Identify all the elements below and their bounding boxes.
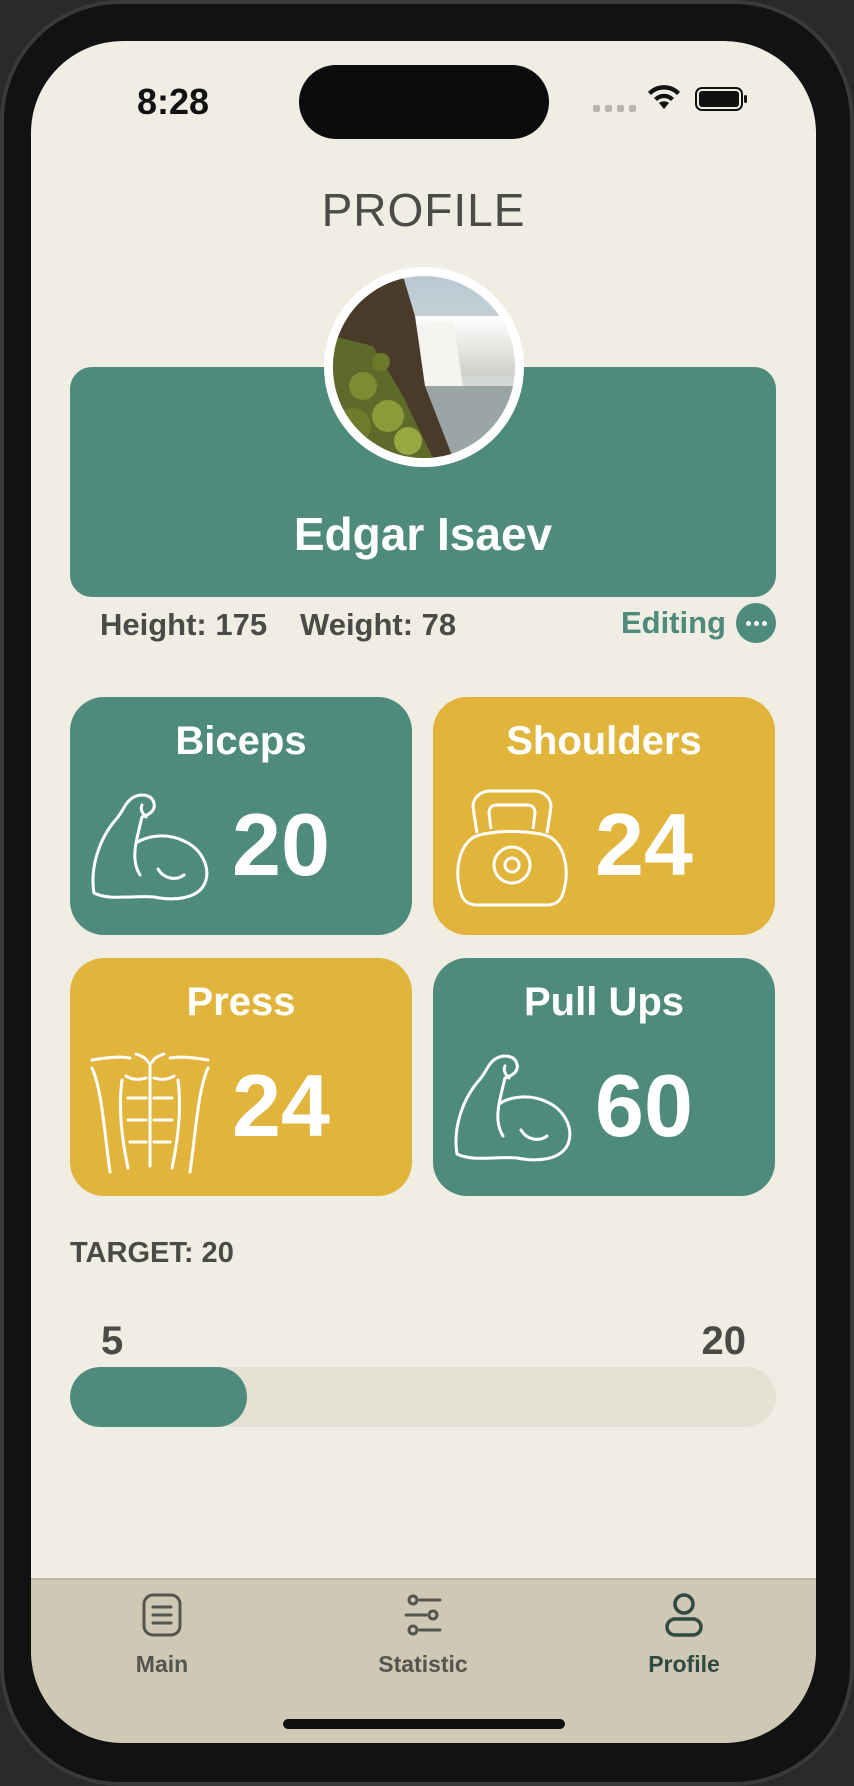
tile-biceps[interactable]: Biceps 20 — [70, 697, 412, 935]
avatar-photo — [333, 276, 515, 458]
progress-fill — [70, 1367, 247, 1427]
profile-name: Edgar Isaev — [293, 508, 553, 560]
tile-shoulders[interactable]: Shoulders 24 — [433, 697, 775, 935]
app-screen: 8:28 PROFILE Edgar Isaev Height: 175 Wei… — [31, 41, 816, 1743]
wifi-icon — [648, 85, 680, 109]
flexed-biceps-icon — [91, 793, 209, 901]
target-label: TARGET: 20 — [70, 1237, 234, 1269]
home-indicator[interactable] — [283, 1719, 565, 1729]
tab-label: Profile — [648, 1651, 720, 1677]
tab-main[interactable]: Main — [82, 1592, 242, 1678]
body-metrics-row: Height: 175 Weight: 78 Editing — [100, 603, 776, 647]
tile-value: 24 — [595, 795, 693, 894]
more-dots-icon — [736, 603, 776, 643]
avatar[interactable] — [324, 267, 524, 467]
sliders-icon — [404, 1594, 442, 1636]
tile-title: Shoulders — [506, 719, 702, 763]
cellular-signal-icon — [593, 105, 636, 112]
dynamic-island — [299, 65, 549, 139]
tab-profile[interactable]: Profile — [604, 1592, 764, 1678]
tab-bar: Main Statistic Profile — [31, 1578, 816, 1743]
person-icon — [665, 1593, 703, 1637]
tile-title: Press — [186, 980, 296, 1024]
tile-title: Biceps — [175, 719, 307, 763]
tile-value: 20 — [232, 795, 330, 894]
tile-title: Pull Ups — [523, 980, 685, 1024]
tile-pull-ups[interactable]: Pull Ups 60 — [433, 958, 775, 1196]
progress-min-value: 5 — [101, 1319, 124, 1363]
abs-torso-icon — [90, 1052, 210, 1174]
flexed-biceps-icon — [454, 1054, 572, 1162]
list-icon — [142, 1593, 182, 1637]
battery-icon — [695, 87, 747, 111]
progress-max-value: 20 — [701, 1319, 747, 1363]
edit-profile-button[interactable]: Editing — [621, 603, 776, 643]
tab-statistic[interactable]: Statistic — [343, 1592, 503, 1678]
page-title: PROFILE — [321, 184, 526, 236]
tab-label: Statistic — [378, 1651, 468, 1677]
edit-label: Editing — [620, 605, 726, 640]
tile-value: 60 — [595, 1056, 693, 1155]
target-progress-bar — [70, 1367, 776, 1427]
status-time: 8:28 — [137, 81, 210, 122]
weight-value: Weight: 78 — [300, 607, 457, 642]
tab-label: Main — [135, 1651, 189, 1677]
height-value: Height: 175 — [100, 607, 268, 642]
tile-press[interactable]: Press 24 — [70, 958, 412, 1196]
kettlebell-icon — [456, 789, 568, 907]
tile-value: 24 — [232, 1056, 330, 1155]
